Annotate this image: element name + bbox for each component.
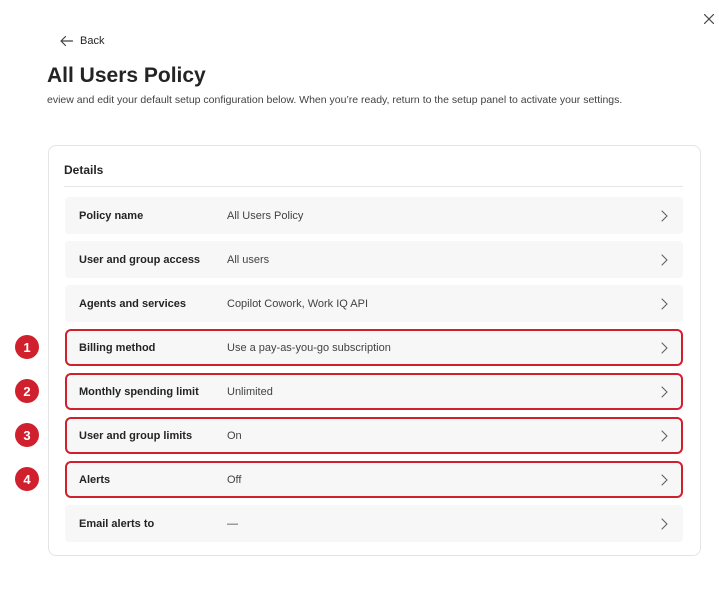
row-value: Copilot Cowork, Work IQ API — [227, 297, 369, 310]
row-label: Policy name — [79, 209, 144, 222]
row-agents-and-services[interactable]: Agents and services Copilot Cowork, Work… — [65, 285, 683, 322]
chevron-right-icon — [661, 341, 668, 354]
chevron-right-icon — [661, 473, 668, 486]
page-subtitle: eview and edit your default setup config… — [47, 94, 623, 106]
row-label: Agents and services — [79, 297, 186, 310]
row-value: Off — [227, 473, 242, 486]
step-badge-3: 3 — [15, 423, 39, 447]
section-title: Details — [64, 163, 104, 177]
row-monthly-spending-limit[interactable]: Monthly spending limit Unlimited — [65, 373, 683, 410]
row-label: User and group access — [79, 253, 201, 266]
row-user-and-group-limits[interactable]: User and group limits On — [65, 417, 683, 454]
row-policy-name[interactable]: Policy name All Users Policy — [65, 197, 683, 234]
chevron-right-icon — [661, 209, 668, 222]
back-button[interactable]: Back — [59, 35, 104, 47]
section-divider — [64, 186, 683, 187]
row-user-and-group-access[interactable]: User and group access All users — [65, 241, 683, 278]
row-value: — — [227, 517, 238, 530]
row-email-alerts-to[interactable]: Email alerts to — — [65, 505, 683, 542]
back-label: Back — [80, 35, 105, 47]
row-value: All Users Policy — [227, 209, 304, 222]
details-panel: Details Policy name All Users Policy Use… — [48, 145, 701, 556]
row-value: Use a pay-as-you-go subscription — [227, 341, 391, 354]
chevron-right-icon — [661, 297, 668, 310]
chevron-right-icon — [661, 253, 668, 266]
row-value: Unlimited — [227, 385, 273, 398]
chevron-right-icon — [661, 429, 668, 442]
row-alerts[interactable]: Alerts Off — [65, 461, 683, 498]
chevron-right-icon — [661, 517, 668, 530]
step-badge-4: 4 — [15, 467, 39, 491]
step-badge-2: 2 — [15, 379, 39, 403]
row-label: Alerts — [79, 473, 111, 486]
row-label: User and group limits — [79, 429, 193, 442]
row-label: Billing method — [79, 341, 156, 354]
row-billing-method[interactable]: Billing method Use a pay-as-you-go subsc… — [65, 329, 683, 366]
row-value: All users — [227, 253, 270, 266]
close-icon — [703, 13, 715, 25]
row-value: On — [227, 429, 242, 442]
step-badge-1: 1 — [15, 335, 39, 359]
close-button[interactable] — [700, 10, 718, 28]
page-title: All Users Policy — [47, 64, 206, 87]
row-label: Email alerts to — [79, 517, 155, 530]
chevron-right-icon — [661, 385, 668, 398]
arrow-left-icon — [60, 35, 74, 47]
row-label: Monthly spending limit — [79, 385, 199, 398]
